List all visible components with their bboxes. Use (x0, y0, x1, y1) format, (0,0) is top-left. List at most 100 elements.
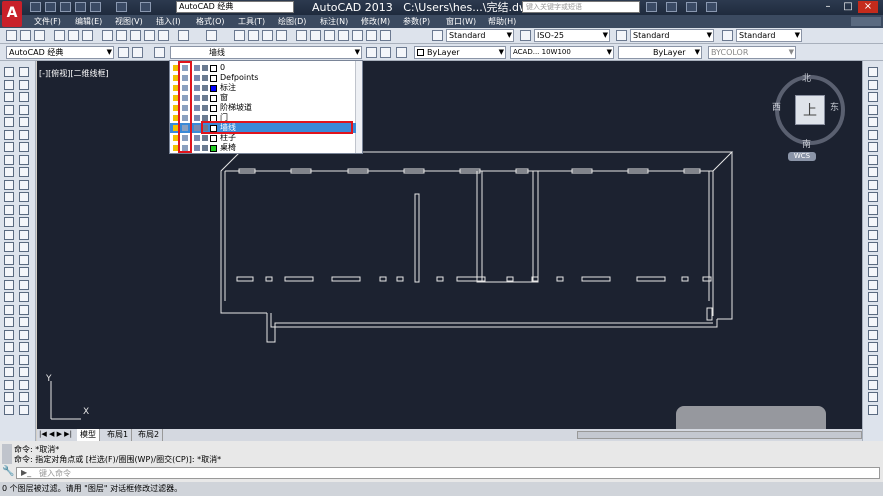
menu-draw[interactable]: 绘图(D) (278, 15, 306, 28)
modify-tool-icon[interactable] (19, 154, 29, 165)
lock-icon[interactable] (194, 75, 200, 81)
undo-icon[interactable] (116, 2, 127, 12)
draw-tool-icon[interactable] (4, 129, 14, 140)
text-style-icon[interactable] (432, 30, 443, 41)
command-grip[interactable] (2, 444, 12, 464)
plot-icon[interactable] (202, 145, 208, 151)
preview-icon[interactable] (68, 30, 79, 41)
maximize-button[interactable]: □ (838, 1, 858, 13)
user-icon[interactable] (666, 2, 677, 12)
toolbar-tool-icon[interactable] (868, 67, 878, 77)
draw-tool-icon[interactable] (4, 267, 14, 277)
pan-icon[interactable] (234, 30, 245, 41)
modify-tool-icon[interactable] (19, 342, 29, 352)
zoom-window-icon[interactable] (262, 30, 273, 41)
workspace-selector[interactable]: AutoCAD 经典 ▼ (6, 46, 114, 59)
save-icon[interactable] (60, 2, 71, 12)
exchange-icon[interactable] (686, 2, 697, 12)
qnew-icon[interactable] (6, 30, 17, 41)
modify-tool-icon[interactable] (19, 192, 29, 202)
modify-tool-icon[interactable] (19, 279, 29, 290)
help-tb-icon[interactable] (380, 30, 391, 41)
compass-north[interactable]: 北 (802, 71, 811, 84)
undo-tb-icon[interactable] (178, 30, 189, 41)
menu-edit[interactable]: 编辑(E) (75, 15, 102, 28)
toolbar-tool-icon[interactable] (868, 404, 878, 415)
draw-tool-icon[interactable] (4, 229, 14, 240)
compass-east[interactable]: 东 (830, 100, 839, 113)
copy-icon[interactable] (116, 30, 127, 41)
new-icon[interactable] (30, 2, 41, 12)
linetype-combo[interactable]: ACAD... 10W100 ▼ (510, 46, 614, 59)
toolbar-tool-icon[interactable] (868, 104, 878, 115)
layer-color-swatch[interactable] (210, 75, 217, 82)
lock-icon[interactable] (194, 125, 200, 131)
make-current-icon[interactable] (366, 47, 377, 58)
text-style-combo[interactable]: Standard ▼ (446, 29, 514, 42)
markup-icon[interactable] (352, 30, 363, 41)
close-button[interactable]: × (858, 1, 878, 13)
dim-style-icon[interactable] (520, 30, 531, 41)
layer-color-swatch[interactable] (210, 145, 217, 152)
paste-icon[interactable] (130, 30, 141, 41)
autocad-logo[interactable]: A (2, 1, 22, 27)
modify-tool-icon[interactable] (19, 354, 29, 365)
modify-tool-icon[interactable] (19, 242, 29, 252)
wcs-menu[interactable]: WCS (788, 152, 816, 161)
modify-tool-icon[interactable] (19, 304, 29, 315)
modify-tool-icon[interactable] (19, 142, 29, 152)
modify-tool-icon[interactable] (19, 129, 29, 140)
draw-tool-icon[interactable] (4, 79, 14, 90)
menu-modify[interactable]: 修改(M) (361, 15, 390, 28)
workspace-customize-icon[interactable] (132, 47, 143, 58)
toolbar-tool-icon[interactable] (868, 192, 878, 202)
draw-tool-icon[interactable] (4, 67, 14, 77)
layer-state-icon[interactable] (396, 47, 407, 58)
properties-icon[interactable] (296, 30, 307, 41)
layer-dropdown-list[interactable]: 0 Defpoints 标注窗阶梯坡道门墙线 柱子 桌椅 (169, 60, 363, 154)
draw-tool-icon[interactable] (4, 354, 14, 365)
menu-tools[interactable]: 工具(T) (238, 15, 265, 28)
lineweight-combo[interactable]: ByLayer ▼ (618, 46, 702, 59)
layer-row[interactable]: 标注 (170, 83, 356, 93)
layer-combo[interactable]: 墙线 ▼ (170, 46, 362, 59)
toolbar-tool-icon[interactable] (868, 79, 878, 90)
modify-tool-icon[interactable] (19, 79, 29, 90)
layer-color-swatch[interactable] (210, 65, 217, 72)
layer-row[interactable]: 0 (170, 63, 356, 73)
menu-view[interactable]: 视图(V) (115, 15, 143, 28)
compass-south[interactable]: 南 (802, 137, 811, 150)
draw-tool-icon[interactable] (4, 367, 14, 377)
plot-icon[interactable] (202, 75, 208, 81)
toolbar-tool-icon[interactable] (868, 279, 878, 290)
modify-tool-icon[interactable] (19, 204, 29, 215)
plotstyle-combo[interactable]: BYCOLOR ▼ (708, 46, 796, 59)
modify-tool-icon[interactable] (19, 117, 29, 127)
draw-tool-icon[interactable] (4, 242, 14, 252)
plot-icon[interactable] (202, 95, 208, 101)
modify-tool-icon[interactable] (19, 267, 29, 277)
modify-tool-icon[interactable] (19, 329, 29, 340)
modify-tool-icon[interactable] (19, 104, 29, 115)
toolbar-tool-icon[interactable] (868, 292, 878, 302)
toolbar-tool-icon[interactable] (868, 354, 878, 365)
color-combo[interactable]: ByLayer ▼ (414, 46, 506, 59)
print-icon[interactable] (90, 2, 101, 12)
modify-tool-icon[interactable] (19, 167, 29, 177)
layer-color-swatch[interactable] (210, 95, 217, 102)
draw-tool-icon[interactable] (4, 142, 14, 152)
minimize-button[interactable]: – (818, 1, 838, 13)
menu-file[interactable]: 文件(F) (34, 15, 61, 28)
zoom-previous-icon[interactable] (276, 30, 287, 41)
toolbar-tool-icon[interactable] (868, 129, 878, 140)
table-style-icon[interactable] (616, 30, 627, 41)
modify-tool-icon[interactable] (19, 404, 29, 415)
draw-tool-icon[interactable] (4, 279, 14, 290)
draw-tool-icon[interactable] (4, 329, 14, 340)
open-file-icon[interactable] (20, 30, 31, 41)
layer-manager-icon[interactable] (154, 47, 165, 58)
tab-model[interactable]: 模型 (77, 429, 100, 441)
publish-icon[interactable] (82, 30, 93, 41)
toolbar-tool-icon[interactable] (868, 142, 878, 152)
draw-tool-icon[interactable] (4, 167, 14, 177)
